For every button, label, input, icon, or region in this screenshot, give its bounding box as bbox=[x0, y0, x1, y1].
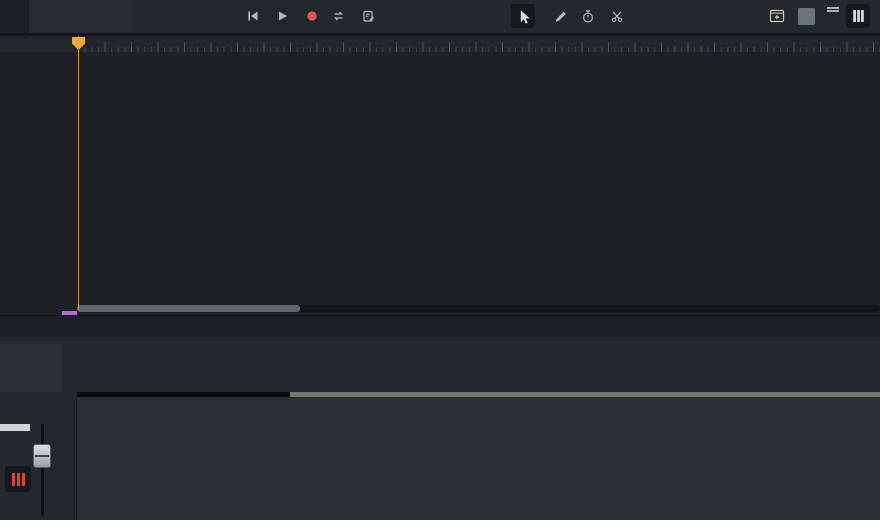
pencil-tool[interactable] bbox=[548, 4, 572, 28]
stopwatch-tool[interactable] bbox=[576, 4, 600, 28]
ruler-bar-ticks bbox=[78, 42, 880, 52]
device-chain-panel bbox=[0, 398, 880, 520]
meter-bar bbox=[0, 424, 30, 431]
piano-keys bbox=[77, 344, 880, 392]
cursor-tool[interactable] bbox=[511, 4, 535, 28]
time-display[interactable] bbox=[30, 0, 134, 33]
menu-area[interactable] bbox=[0, 0, 29, 33]
volume-fader-handle[interactable] bbox=[33, 444, 51, 468]
skip-to-start-button[interactable] bbox=[241, 4, 265, 28]
octave-control bbox=[0, 344, 62, 392]
loop-button[interactable] bbox=[326, 4, 350, 28]
mixdown-icon[interactable] bbox=[825, 6, 841, 26]
virtual-keyboard-toggle[interactable] bbox=[846, 4, 870, 28]
daw-app bbox=[0, 0, 880, 520]
record-button[interactable] bbox=[300, 4, 324, 28]
toolbar bbox=[0, 0, 880, 36]
editor-toggle[interactable] bbox=[798, 8, 815, 25]
timeline-scrollbar[interactable] bbox=[77, 305, 880, 312]
timeline-ruler[interactable] bbox=[0, 36, 880, 52]
volume-fader-track[interactable] bbox=[41, 424, 44, 516]
score-edit-icon[interactable] bbox=[356, 4, 380, 28]
channel-strip bbox=[0, 398, 77, 520]
add-region-icon[interactable] bbox=[765, 4, 789, 28]
keyboard-scroll-track[interactable] bbox=[77, 392, 290, 397]
scissors-tool[interactable] bbox=[605, 4, 629, 28]
virtual-keyboard-panel-header bbox=[0, 315, 880, 337]
keyboard-scroll-thumb[interactable] bbox=[290, 392, 880, 397]
timeline-scrollbar-thumb[interactable] bbox=[77, 305, 300, 312]
octave-minus-button[interactable] bbox=[21, 368, 31, 382]
play-button[interactable] bbox=[270, 4, 294, 28]
octave-plus-button[interactable] bbox=[31, 368, 41, 382]
instrument-track-icon[interactable] bbox=[5, 466, 31, 492]
playhead-line[interactable] bbox=[78, 36, 79, 310]
